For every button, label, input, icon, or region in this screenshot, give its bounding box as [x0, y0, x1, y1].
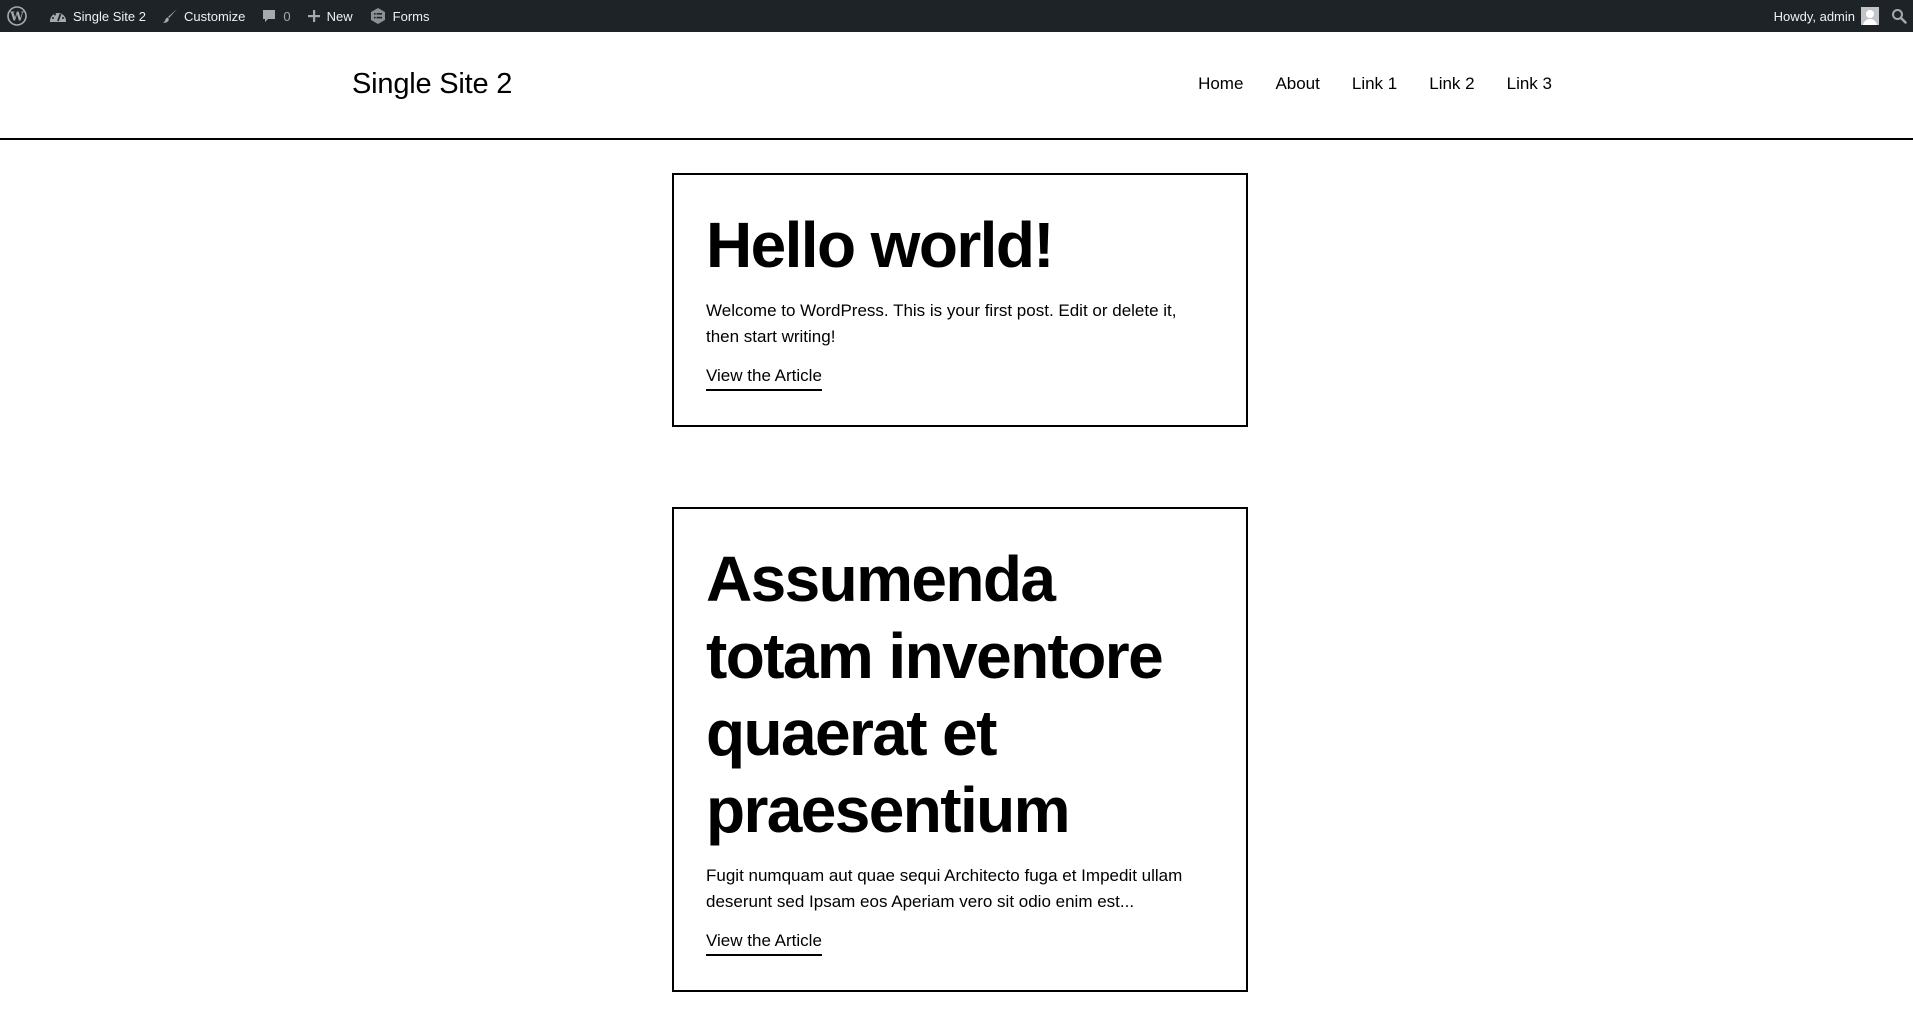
nav-item-about[interactable]: About	[1275, 72, 1319, 96]
admin-bar-customize-label: Customize	[184, 8, 246, 24]
site-header: Single Site 2 Home About Link 1 Link 2 L…	[0, 32, 1913, 140]
view-article-link[interactable]: View the Article	[706, 929, 822, 956]
admin-bar-comments[interactable]: 0	[253, 0, 298, 32]
post-title: Hello world!	[706, 209, 1055, 281]
forms-icon	[369, 7, 387, 25]
paintbrush-icon	[162, 8, 178, 24]
post-title: Assumenda totam inventore quaerat et pra…	[706, 543, 1164, 846]
post-excerpt: Fugit numquam aut quae sequi Architecto …	[706, 866, 1183, 911]
svg-text:W: W	[9, 10, 24, 24]
dashboard-icon	[49, 8, 67, 24]
plus-icon	[307, 9, 321, 23]
admin-bar-new-label: New	[326, 8, 353, 24]
admin-bar-customize[interactable]: Customize	[154, 0, 253, 32]
nav-item-link-1[interactable]: Link 1	[1352, 72, 1397, 96]
howdy-greeting: Howdy, admin	[1773, 8, 1855, 24]
post-card: Hello world! Welcome to WordPress. This …	[672, 173, 1248, 427]
admin-bar-forms[interactable]: Forms	[361, 0, 438, 32]
comment-count: 0	[283, 8, 291, 24]
nav-item-link-3[interactable]: Link 3	[1507, 72, 1552, 96]
admin-bar: W Single Site 2 Customize 0 New Forms Ho…	[0, 0, 1913, 32]
wordpress-logo-icon: W	[7, 6, 27, 26]
post-card: Assumenda totam inventore quaerat et pra…	[672, 507, 1248, 992]
comment-icon	[261, 8, 277, 24]
admin-bar-forms-label: Forms	[392, 8, 430, 24]
view-article-link[interactable]: View the Article	[706, 364, 822, 391]
admin-bar-search[interactable]	[1887, 0, 1913, 32]
admin-bar-new[interactable]: New	[299, 0, 361, 32]
primary-navigation: Home About Link 1 Link 2 Link 3	[1166, 72, 1552, 96]
search-icon	[1891, 8, 1907, 24]
nav-item-home[interactable]: Home	[1198, 72, 1243, 96]
avatar	[1861, 7, 1879, 25]
admin-bar-site-name-label: Single Site 2	[73, 8, 146, 24]
admin-bar-site-name[interactable]: Single Site 2	[41, 0, 154, 32]
site-title[interactable]: Single Site 2	[352, 66, 512, 102]
post-excerpt: Welcome to WordPress. This is your first…	[706, 301, 1177, 346]
admin-bar-my-account[interactable]: Howdy, admin	[1766, 0, 1887, 32]
admin-bar-wp-logo[interactable]: W	[0, 0, 41, 32]
nav-item-link-2[interactable]: Link 2	[1429, 72, 1474, 96]
